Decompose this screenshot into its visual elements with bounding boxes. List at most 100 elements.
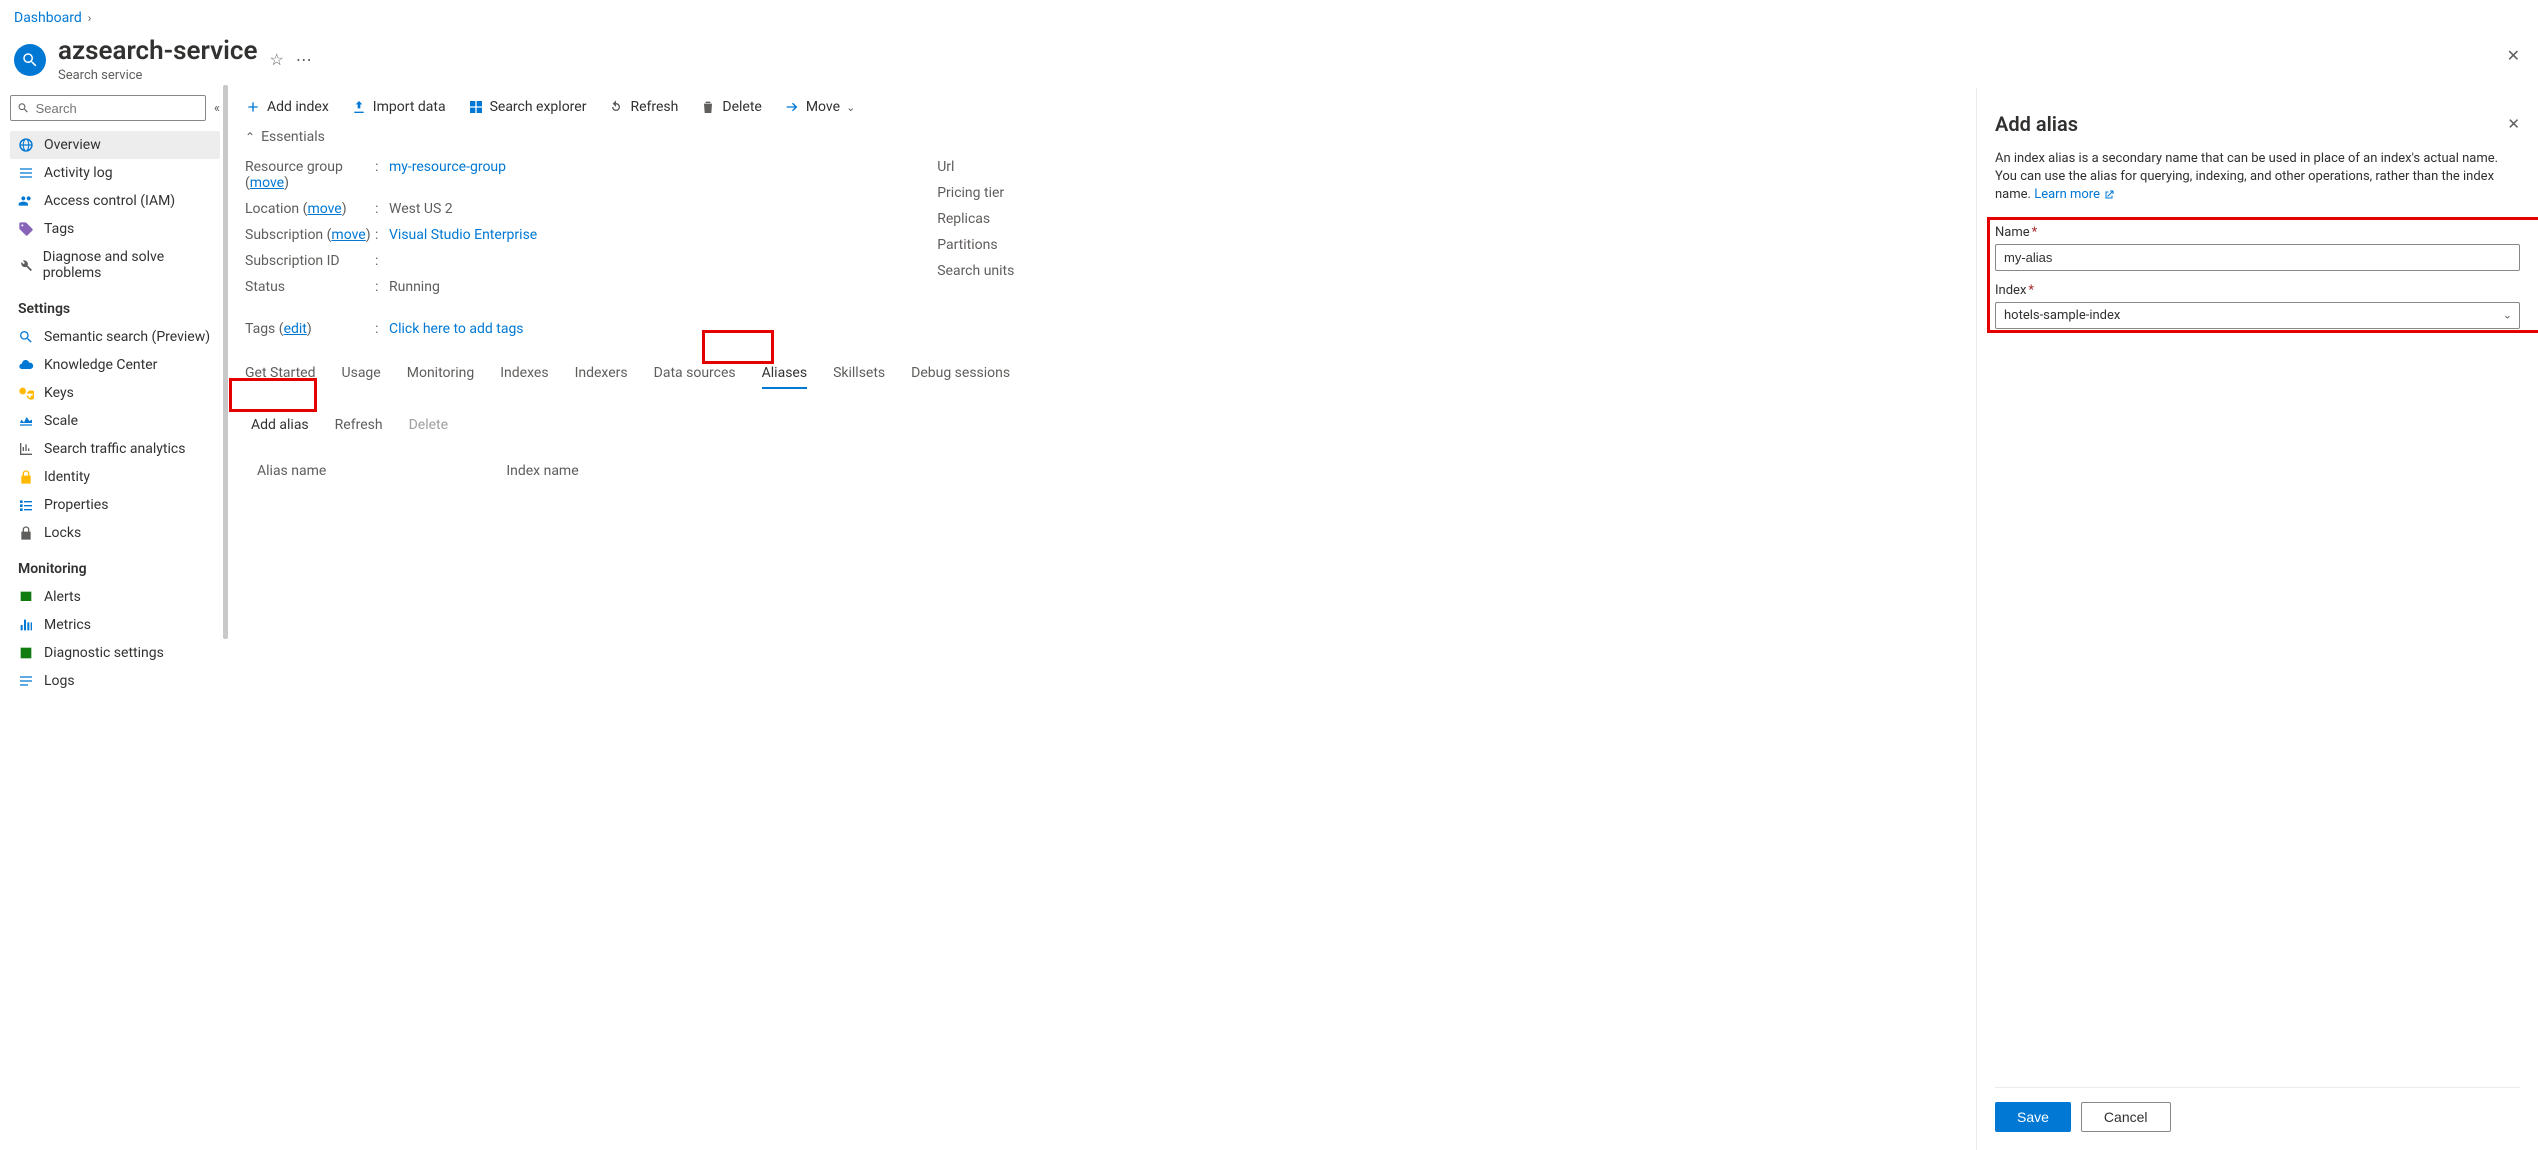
alias-index-select[interactable]: hotels-sample-index: [1995, 302, 2520, 329]
learn-more-link[interactable]: Learn more: [2034, 187, 2115, 202]
sidebar-item-locks[interactable]: Locks: [10, 519, 220, 547]
tab-monitoring[interactable]: Monitoring: [407, 359, 475, 387]
move-link[interactable]: move: [331, 227, 365, 243]
grid-icon: [468, 99, 484, 115]
move-button[interactable]: Move ⌄: [784, 99, 855, 115]
alias-name-input[interactable]: [1995, 244, 2520, 271]
refresh-button[interactable]: Refresh: [608, 99, 678, 115]
sidebar-item-traffic-analytics[interactable]: Search traffic analytics: [10, 435, 220, 463]
add-index-button[interactable]: Add index: [245, 99, 329, 115]
sidebar-header-settings: Settings: [10, 287, 220, 323]
sidebar-item-label: Identity: [44, 469, 90, 485]
edit-link[interactable]: edit: [284, 321, 307, 337]
metrics-icon: [18, 617, 34, 633]
properties-icon: [18, 497, 34, 513]
sidebar-search[interactable]: [10, 95, 206, 121]
sidebar-item-access-control[interactable]: Access control (IAM): [10, 187, 220, 215]
tab-usage[interactable]: Usage: [342, 359, 381, 387]
wrench-icon: [18, 257, 33, 273]
chevron-right-icon: ›: [88, 11, 92, 25]
star-icon[interactable]: ☆: [269, 50, 283, 69]
close-panel-icon[interactable]: ✕: [2507, 115, 2520, 133]
sidebar-item-logs[interactable]: Logs: [10, 667, 220, 695]
sidebar-item-label: Locks: [44, 525, 81, 541]
sidebar-item-label: Knowledge Center: [44, 357, 157, 373]
alias-col-name: Alias name: [257, 463, 326, 479]
sidebar-item-diagnostic-settings[interactable]: Diagnostic settings: [10, 639, 220, 667]
sidebar-item-properties[interactable]: Properties: [10, 491, 220, 519]
sidebar-item-diagnose[interactable]: Diagnose and solve problems: [10, 243, 220, 287]
more-icon[interactable]: ⋯: [296, 50, 312, 69]
tab-debug-sessions[interactable]: Debug sessions: [911, 359, 1010, 387]
collapse-sidebar-icon[interactable]: «: [214, 101, 220, 116]
sidebar-scrollbar[interactable]: [223, 85, 228, 639]
sidebar-item-knowledge-center[interactable]: Knowledge Center: [10, 351, 220, 379]
name-label: Name*: [1995, 225, 2520, 240]
sidebar: « Overview Activity log Access control (…: [0, 85, 229, 705]
external-link-icon: [2103, 189, 2115, 201]
move-link[interactable]: move: [250, 175, 284, 191]
tab-get-started[interactable]: Get Started: [245, 359, 316, 387]
delete-alias-button: Delete: [403, 417, 448, 433]
sidebar-item-identity[interactable]: Identity: [10, 463, 220, 491]
tag-icon: [18, 221, 34, 237]
add-alias-button[interactable]: Add alias: [245, 417, 309, 433]
subscription-link[interactable]: Visual Studio Enterprise: [389, 227, 537, 243]
search-explorer-button[interactable]: Search explorer: [468, 99, 587, 115]
import-icon: [351, 99, 367, 115]
trash-icon: [700, 99, 716, 115]
close-blade-icon[interactable]: ✕: [2507, 46, 2520, 65]
sidebar-item-scale[interactable]: Scale: [10, 407, 220, 435]
activity-log-icon: [18, 165, 34, 181]
tab-indexers[interactable]: Indexers: [575, 359, 628, 387]
sidebar-item-label: Tags: [44, 221, 74, 237]
people-icon: [18, 193, 34, 209]
page-header: azsearch-service Search service ☆ ⋯: [0, 36, 2538, 85]
alias-col-index: Index name: [506, 463, 578, 479]
move-link[interactable]: move: [307, 201, 341, 217]
sidebar-item-label: Alerts: [44, 589, 81, 605]
diagnostic-icon: [18, 645, 34, 661]
add-tags-link[interactable]: Click here to add tags: [389, 321, 524, 337]
page-title: azsearch-service: [58, 36, 257, 66]
arrow-right-icon: [784, 99, 800, 115]
sidebar-item-label: Scale: [44, 413, 78, 429]
refresh-aliases-button[interactable]: Refresh: [329, 417, 383, 433]
index-label: Index*: [1995, 283, 2520, 298]
globe-icon: [18, 137, 34, 153]
sidebar-item-activity-log[interactable]: Activity log: [10, 159, 220, 187]
sidebar-item-label: Overview: [44, 137, 101, 153]
breadcrumb-root[interactable]: Dashboard: [14, 10, 82, 26]
sidebar-item-alerts[interactable]: Alerts: [10, 583, 220, 611]
tab-skillsets[interactable]: Skillsets: [833, 359, 885, 387]
lock-icon: [18, 525, 34, 541]
panel-description: An index alias is a secondary name that …: [1995, 150, 2520, 213]
sidebar-item-label: Activity log: [44, 165, 113, 181]
sidebar-item-overview[interactable]: Overview: [10, 131, 220, 159]
search-input[interactable]: [36, 101, 199, 116]
add-alias-panel: Add alias ✕ An index alias is a secondar…: [1976, 88, 2538, 1150]
tab-aliases[interactable]: Aliases: [762, 359, 807, 387]
identity-icon: [18, 469, 34, 485]
plus-icon: [245, 99, 261, 115]
chevron-down-icon: ⌄: [846, 101, 855, 114]
resource-group-link[interactable]: my-resource-group: [389, 159, 506, 175]
sidebar-header-monitoring: Monitoring: [10, 547, 220, 583]
search-service-icon: [14, 44, 46, 76]
sidebar-item-keys[interactable]: Keys: [10, 379, 220, 407]
tab-indexes[interactable]: Indexes: [500, 359, 548, 387]
import-data-button[interactable]: Import data: [351, 99, 446, 115]
sidebar-item-metrics[interactable]: Metrics: [10, 611, 220, 639]
sidebar-item-label: Logs: [44, 673, 75, 689]
search-icon: [18, 329, 34, 345]
save-button[interactable]: Save: [1995, 1102, 2071, 1132]
sidebar-item-label: Metrics: [44, 617, 91, 633]
cancel-button[interactable]: Cancel: [2081, 1102, 2171, 1132]
delete-button[interactable]: Delete: [700, 99, 761, 115]
tab-data-sources[interactable]: Data sources: [654, 359, 736, 387]
sidebar-item-label: Keys: [44, 385, 74, 401]
sidebar-item-semantic-search[interactable]: Semantic search (Preview): [10, 323, 220, 351]
sidebar-item-tags[interactable]: Tags: [10, 215, 220, 243]
sidebar-item-label: Access control (IAM): [44, 193, 175, 209]
cloud-icon: [18, 357, 34, 373]
